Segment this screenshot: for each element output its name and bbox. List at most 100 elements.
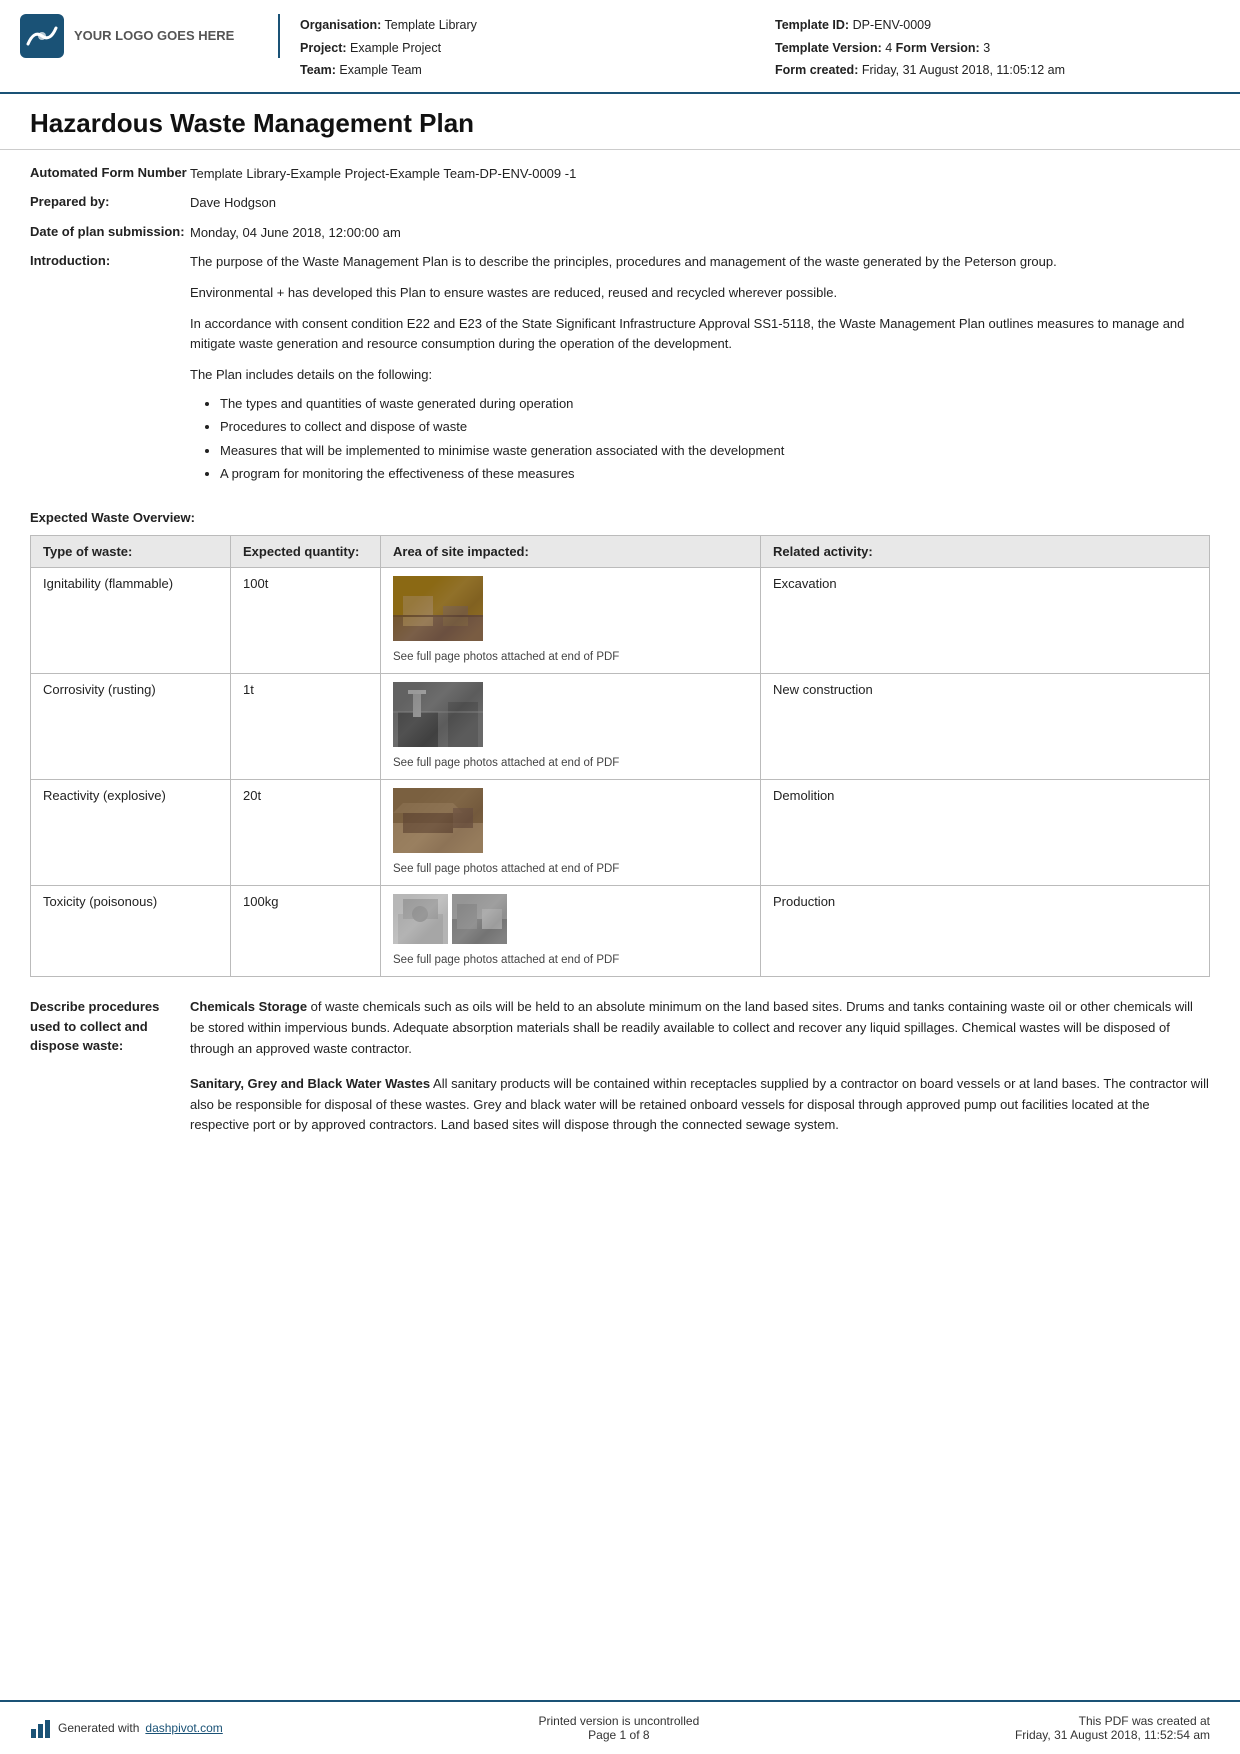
footer-generated: Generated with dashpivot.com	[30, 1717, 223, 1739]
bullet-item-1: The types and quantities of waste genera…	[220, 394, 1210, 414]
col-type: Type of waste:	[31, 535, 231, 567]
page-header: YOUR LOGO GOES HERE Organisation: Templa…	[0, 0, 1240, 94]
header-meta: Organisation: Template Library Project: …	[300, 14, 1210, 82]
template-id-value: DP-ENV-0009	[853, 18, 932, 32]
template-version-value: 4	[885, 41, 892, 55]
bullet-list: The types and quantities of waste genera…	[220, 394, 1210, 484]
site-image-excavation	[393, 576, 483, 641]
footer-link[interactable]: dashpivot.com	[145, 1721, 222, 1735]
intro-para-2: Environmental + has developed this Plan …	[190, 283, 1210, 304]
prepared-by-row: Prepared by: Dave Hodgson	[30, 193, 1210, 213]
project-value: Example Project	[350, 41, 441, 55]
footer-generated-text: Generated with	[58, 1721, 139, 1735]
introduction-label: Introduction:	[30, 252, 190, 268]
bullet-item-2: Procedures to collect and dispose of was…	[220, 417, 1210, 437]
col-quantity: Expected quantity:	[231, 535, 381, 567]
org-label: Organisation:	[300, 18, 381, 32]
dashpivot-icon	[30, 1717, 52, 1739]
page-footer: Generated with dashpivot.com Printed ver…	[0, 1700, 1240, 1754]
logo-text: YOUR LOGO GOES HERE	[74, 28, 234, 45]
prepared-by-value: Dave Hodgson	[190, 193, 1210, 213]
procedures-para-1: Chemicals Storage of waste chemicals suc…	[190, 997, 1210, 1059]
main-content: Automated Form Number Template Library-E…	[0, 164, 1240, 1231]
footer-pdf-date: Friday, 31 August 2018, 11:52:54 am	[1015, 1728, 1210, 1742]
waste-type-1: Ignitability (flammable)	[31, 567, 231, 673]
footer-page-text: Page 1 of 8	[538, 1728, 699, 1742]
bullet-item-3: Measures that will be implemented to min…	[220, 441, 1210, 461]
waste-area-caption-2: See full page photos attached at end of …	[393, 755, 619, 771]
prepared-by-label: Prepared by:	[30, 193, 190, 209]
waste-area-caption-1: See full page photos attached at end of …	[393, 649, 619, 665]
header-col-left: Organisation: Template Library Project: …	[300, 14, 735, 82]
chem-storage-bold: Chemicals Storage	[190, 999, 307, 1014]
col-activity: Related activity:	[761, 535, 1210, 567]
template-id-label: Template ID:	[775, 18, 849, 32]
waste-area-caption-3: See full page photos attached at end of …	[393, 861, 619, 877]
form-number-row: Automated Form Number Template Library-E…	[30, 164, 1210, 184]
date-of-plan-label: Date of plan submission:	[30, 223, 190, 239]
waste-qty-1: 100t	[231, 567, 381, 673]
project-label: Project:	[300, 41, 347, 55]
table-row: Ignitability (flammable) 100t	[31, 567, 1210, 673]
footer-right: This PDF was created at Friday, 31 Augus…	[1015, 1714, 1210, 1742]
waste-activity-3: Demolition	[761, 780, 1210, 886]
waste-area-3: See full page photos attached at end of …	[381, 780, 761, 886]
waste-qty-3: 20t	[231, 780, 381, 886]
date-of-plan-row: Date of plan submission: Monday, 04 June…	[30, 223, 1210, 243]
waste-table: Type of waste: Expected quantity: Area o…	[30, 535, 1210, 977]
header-col-right: Template ID: DP-ENV-0009 Template Versio…	[775, 14, 1210, 82]
waste-activity-2: New construction	[761, 674, 1210, 780]
sanitary-bold: Sanitary, Grey and Black Water Wastes	[190, 1076, 430, 1091]
waste-qty-4: 100kg	[231, 886, 381, 977]
col-area: Area of site impacted:	[381, 535, 761, 567]
intro-para-3: In accordance with consent condition E22…	[190, 314, 1210, 356]
team-label: Team:	[300, 63, 336, 77]
table-row: Corrosivity (rusting) 1t	[31, 674, 1210, 780]
site-image-production-2	[452, 894, 507, 944]
footer-center: Printed version is uncontrolled Page 1 o…	[538, 1714, 699, 1742]
waste-overview-heading: Expected Waste Overview:	[30, 510, 1210, 525]
waste-area-img-cell-4: See full page photos attached at end of …	[393, 894, 748, 968]
team-value: Example Team	[339, 63, 421, 77]
form-created-label: Form created:	[775, 63, 858, 77]
waste-area-1: See full page photos attached at end of …	[381, 567, 761, 673]
form-version-label: Form Version:	[896, 41, 980, 55]
introduction-content: The purpose of the Waste Management Plan…	[190, 252, 1210, 492]
site-image-construction	[393, 682, 483, 747]
introduction-row: Introduction: The purpose of the Waste M…	[30, 252, 1210, 492]
intro-para-1: The purpose of the Waste Management Plan…	[190, 252, 1210, 273]
waste-type-3: Reactivity (explosive)	[31, 780, 231, 886]
waste-area-img-cell-1: See full page photos attached at end of …	[393, 576, 748, 665]
procedures-content: Chemicals Storage of waste chemicals suc…	[190, 997, 1210, 1150]
procedures-label: Describe procedures used to collect and …	[30, 997, 190, 1150]
form-version-value: 3	[983, 41, 990, 55]
form-number-label: Automated Form Number	[30, 164, 190, 180]
waste-type-4: Toxicity (poisonous)	[31, 886, 231, 977]
waste-area-img-cell-2: See full page photos attached at end of …	[393, 682, 748, 771]
procedures-section: Describe procedures used to collect and …	[30, 997, 1210, 1150]
table-row: Toxicity (poisonous) 100kg	[31, 886, 1210, 977]
waste-type-2: Corrosivity (rusting)	[31, 674, 231, 780]
site-image-production-1	[393, 894, 448, 944]
page-title: Hazardous Waste Management Plan	[0, 94, 1240, 150]
intro-para-4: The Plan includes details on the followi…	[190, 365, 1210, 386]
waste-qty-2: 1t	[231, 674, 381, 780]
chem-storage-text: of waste chemicals such as oils will be …	[190, 999, 1193, 1056]
date-of-plan-value: Monday, 04 June 2018, 12:00:00 am	[190, 223, 1210, 243]
logo-icon	[20, 14, 64, 58]
site-image-pair	[393, 894, 507, 944]
logo-area: YOUR LOGO GOES HERE	[20, 14, 280, 58]
waste-activity-1: Excavation	[761, 567, 1210, 673]
waste-area-2: See full page photos attached at end of …	[381, 674, 761, 780]
org-value: Template Library	[385, 18, 477, 32]
template-version-label: Template Version:	[775, 41, 882, 55]
waste-activity-4: Production	[761, 886, 1210, 977]
table-row: Reactivity (explosive) 20t	[31, 780, 1210, 886]
form-created-value: Friday, 31 August 2018, 11:05:12 am	[862, 63, 1065, 77]
procedures-para-2: Sanitary, Grey and Black Water Wastes Al…	[190, 1074, 1210, 1136]
footer-print-text: Printed version is uncontrolled	[538, 1714, 699, 1728]
footer-pdf-text: This PDF was created at	[1015, 1714, 1210, 1728]
waste-area-4: See full page photos attached at end of …	[381, 886, 761, 977]
form-number-value: Template Library-Example Project-Example…	[190, 164, 1210, 184]
waste-area-caption-4: See full page photos attached at end of …	[393, 952, 619, 968]
